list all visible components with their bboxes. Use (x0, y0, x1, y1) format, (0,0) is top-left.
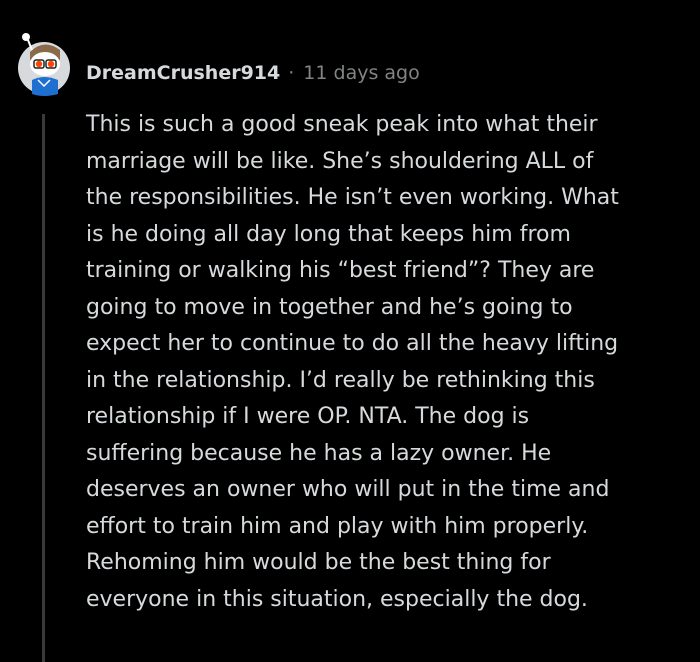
comment-body: This is such a good sneak peak into what… (86, 107, 686, 618)
comment-body-line: everyone in this situation, especially t… (86, 586, 588, 612)
meta-separator: · (288, 62, 295, 84)
comment-body-line: deserves an owner who will put in the ti… (86, 477, 610, 502)
user-avatar-icon (18, 33, 70, 96)
comment-body-line: expect her to continue to do all the hea… (86, 331, 619, 356)
comment-body-line: in the relationship. I’d really be rethi… (86, 367, 595, 393)
comment-body-line: is he doing all day long that keeps him … (86, 221, 571, 247)
comment-body-line: suffering because he has a lazy owner. H… (86, 440, 552, 466)
comment-meta: DreamCrusher914 · 11 days ago (86, 58, 420, 88)
comment-body-line: This is such a good sneak peak into what… (86, 112, 598, 137)
comment-body-line: effort to train him and play with him pr… (86, 513, 589, 539)
comment-body-line: marriage will be like. She’s shouldering… (86, 148, 594, 174)
comment-timestamp[interactable]: 11 days ago (303, 62, 419, 84)
comment-body-line: training or walking his “best friend”? T… (86, 258, 595, 283)
comment-body-line: going to move in together and he’s going… (86, 294, 573, 320)
user-avatar[interactable] (16, 30, 72, 102)
comment-body-line: relationship if I were OP. NTA. The dog … (86, 404, 530, 429)
comment-body-line: Rehoming him would be the best thing for (86, 550, 551, 575)
comment: DreamCrusher914 · 11 days ago This is su… (0, 0, 700, 662)
thread-collapse-line[interactable] (42, 114, 45, 662)
username-link[interactable]: DreamCrusher914 (86, 62, 280, 84)
comment-body-line: the responsibilities. He isn’t even work… (86, 185, 619, 210)
